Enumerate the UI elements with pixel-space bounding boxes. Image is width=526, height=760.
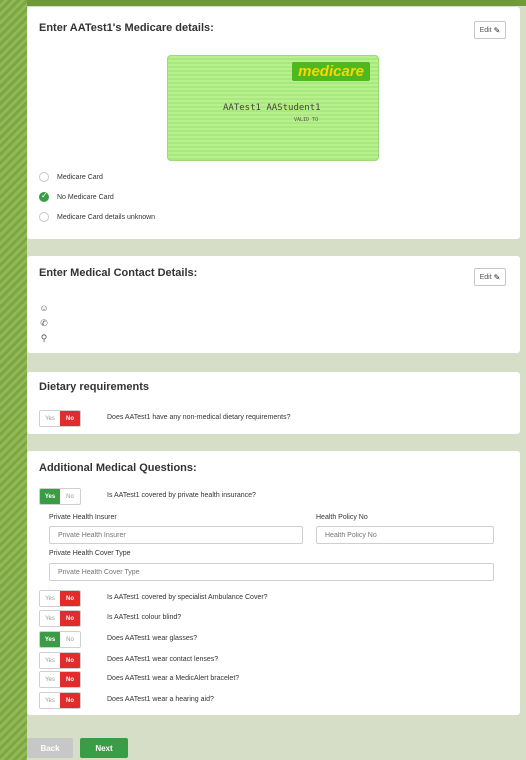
medicare-card-valid: VALID TO bbox=[294, 117, 319, 123]
ambulance-yes-no-toggle[interactable]: Yes No bbox=[39, 590, 81, 607]
ambulance-question: Is AATest1 covered by specialist Ambulan… bbox=[107, 594, 268, 601]
radio-circle[interactable] bbox=[39, 212, 49, 222]
medicare-logo: medicare bbox=[292, 62, 370, 81]
insurer-label: Private Health Insurer bbox=[49, 514, 117, 521]
insurance-yes-no-toggle[interactable]: Yes No bbox=[39, 488, 81, 505]
yes-option[interactable]: Yes bbox=[40, 489, 60, 504]
back-button[interactable]: Back bbox=[27, 738, 73, 758]
glasses-question: Does AATest1 wear glasses? bbox=[107, 635, 198, 642]
no-option[interactable]: No bbox=[60, 653, 80, 668]
medicare-edit-button[interactable]: Edit ✎ bbox=[474, 21, 506, 39]
dietary-title: Dietary requirements bbox=[39, 381, 150, 393]
no-option[interactable]: No bbox=[60, 411, 80, 426]
policy-number-input[interactable] bbox=[316, 526, 494, 544]
additional-medical-section: Additional Medical Questions: Yes No Is … bbox=[27, 451, 520, 715]
hearing-aid-question: Does AATest1 wear a hearing aid? bbox=[107, 696, 214, 703]
radio-no-medicare-card[interactable]: No Medicare Card bbox=[39, 191, 114, 202]
additional-title: Additional Medical Questions: bbox=[39, 462, 197, 474]
radio-label: Medicare Card details unknown bbox=[57, 213, 156, 221]
medical-contact-section: Enter Medical Contact Details: Edit ✎ ☺ … bbox=[27, 256, 520, 353]
medicare-card-image: medicare AATest1 AAStudent1 VALID TO bbox=[167, 55, 379, 161]
policy-label: Health Policy No bbox=[316, 514, 368, 521]
glasses-yes-no-toggle[interactable]: Yes No bbox=[39, 631, 81, 648]
no-option[interactable]: No bbox=[60, 632, 80, 647]
edit-label: Edit bbox=[479, 273, 492, 281]
no-option[interactable]: No bbox=[60, 591, 80, 606]
radio-label: Medicare Card bbox=[57, 173, 103, 181]
yes-option[interactable]: Yes bbox=[40, 672, 60, 687]
top-bar bbox=[0, 0, 526, 6]
pencil-icon: ✎ bbox=[493, 25, 501, 35]
contact-edit-button[interactable]: Edit ✎ bbox=[474, 268, 506, 286]
colour-blind-question: Is AATest1 colour blind? bbox=[107, 614, 182, 621]
contact-lenses-question: Does AATest1 wear contact lenses? bbox=[107, 656, 219, 663]
next-button[interactable]: Next bbox=[80, 738, 128, 758]
radio-medicare-card[interactable]: Medicare Card bbox=[39, 172, 103, 182]
person-icon: ☺ bbox=[39, 303, 49, 313]
phone-icon: ✆ bbox=[40, 318, 48, 328]
no-option[interactable]: No bbox=[60, 611, 80, 626]
radio-medicare-unknown[interactable]: Medicare Card details unknown bbox=[39, 212, 155, 222]
no-option[interactable]: No bbox=[60, 672, 80, 687]
contact-lenses-yes-no-toggle[interactable]: Yes No bbox=[39, 652, 81, 669]
radio-label: No Medicare Card bbox=[57, 193, 114, 201]
edit-label: Edit bbox=[479, 26, 492, 34]
yes-option[interactable]: Yes bbox=[40, 411, 60, 426]
yes-option[interactable]: Yes bbox=[40, 693, 60, 708]
medicare-card-name: AATest1 AAStudent1 bbox=[223, 103, 321, 113]
yes-option[interactable]: Yes bbox=[40, 632, 60, 647]
page-side-pattern bbox=[0, 0, 27, 760]
yes-option[interactable]: Yes bbox=[40, 653, 60, 668]
insurance-question: Is AATest1 covered by private health ins… bbox=[107, 492, 256, 499]
dietary-question: Does AATest1 have any non-medical dietar… bbox=[107, 414, 291, 421]
medicalert-yes-no-toggle[interactable]: Yes No bbox=[39, 671, 81, 688]
no-option[interactable]: No bbox=[60, 693, 80, 708]
pencil-icon: ✎ bbox=[493, 272, 501, 282]
hearing-aid-yes-no-toggle[interactable]: Yes No bbox=[39, 692, 81, 709]
contact-title: Enter Medical Contact Details: bbox=[39, 267, 198, 279]
insurer-input[interactable] bbox=[49, 526, 303, 544]
yes-option[interactable]: Yes bbox=[40, 611, 60, 626]
medicalert-question: Does AATest1 wear a MedicAlert bracelet? bbox=[107, 675, 240, 682]
cover-type-label: Private Health Cover Type bbox=[49, 550, 131, 557]
dietary-yes-no-toggle[interactable]: Yes No bbox=[39, 410, 81, 427]
radio-circle-selected[interactable] bbox=[39, 191, 49, 202]
medicare-section: Enter AATest1's Medicare details: Edit ✎… bbox=[27, 7, 520, 239]
no-option[interactable]: No bbox=[60, 489, 80, 504]
dietary-section: Dietary requirements Yes No Does AATest1… bbox=[27, 372, 520, 434]
radio-circle[interactable] bbox=[39, 172, 49, 182]
cover-type-input[interactable] bbox=[49, 563, 494, 581]
yes-option[interactable]: Yes bbox=[40, 591, 60, 606]
colour-blind-yes-no-toggle[interactable]: Yes No bbox=[39, 610, 81, 627]
location-pin-icon: ⚲ bbox=[40, 333, 48, 343]
medicare-title: Enter AATest1's Medicare details: bbox=[39, 22, 214, 34]
